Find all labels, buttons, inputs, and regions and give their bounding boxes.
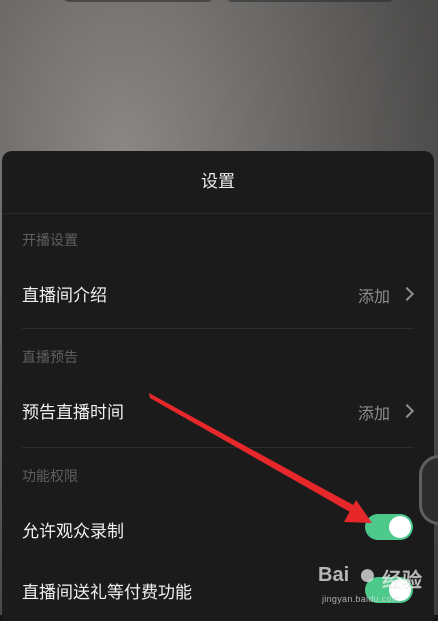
watermark-suffix: 经验	[382, 570, 422, 592]
watermark-url: jingyan.baidu.com	[322, 594, 400, 604]
annotation-arrow-icon	[147, 393, 372, 523]
paw-icon: ●	[360, 565, 375, 585]
watermark: Bai ● 经验 jingyan.baidu.com	[318, 564, 436, 610]
watermark-brand: Bai	[318, 564, 350, 586]
